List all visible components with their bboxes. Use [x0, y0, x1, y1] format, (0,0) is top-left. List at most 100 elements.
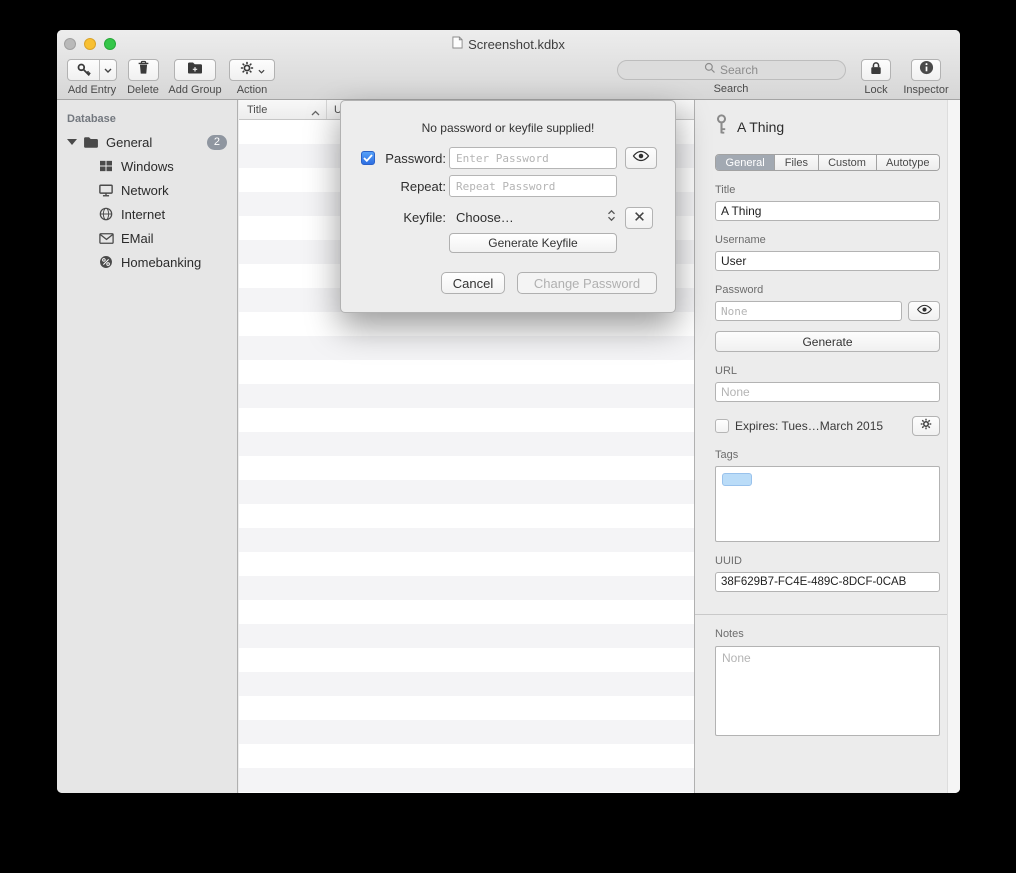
sidebar: Database General 2 Windows Network Inter… — [57, 100, 238, 793]
sidebar-item-label: General — [106, 135, 152, 150]
toolbar-inspector: Inspector — [898, 59, 954, 96]
tab-general[interactable]: General — [716, 155, 775, 170]
username-field-label: Username — [715, 234, 940, 246]
tab-custom[interactable]: Custom — [819, 155, 877, 170]
windows-icon — [97, 160, 115, 172]
password-field[interactable] — [715, 301, 902, 321]
toolbar-search: Search Search — [615, 59, 847, 95]
clear-keyfile-button[interactable] — [625, 207, 653, 229]
url-field[interactable] — [715, 382, 940, 402]
entry-title: A Thing — [737, 119, 784, 135]
title-field-label: Title — [715, 184, 940, 196]
dialog-repeat-input[interactable] — [449, 175, 617, 197]
percent-coin-icon — [97, 255, 115, 269]
delete-label: Delete — [125, 84, 161, 96]
column-header-title[interactable]: Title — [247, 104, 267, 116]
lock-label: Lock — [859, 84, 893, 96]
expires-settings-button[interactable] — [912, 416, 940, 436]
notes-label: Notes — [715, 628, 940, 640]
inspector-scrollbar[interactable] — [947, 100, 960, 793]
sort-ascending-icon — [311, 107, 320, 119]
password-row — [715, 301, 940, 321]
gear-icon — [920, 417, 932, 435]
tab-autotype[interactable]: Autotype — [877, 155, 940, 170]
entry-count-badge: 2 — [207, 135, 227, 150]
tags-box[interactable] — [715, 466, 940, 542]
add-group-label: Add Group — [165, 84, 225, 96]
search-icon — [704, 61, 716, 79]
tab-files[interactable]: Files — [775, 155, 818, 170]
sidebar-item-label: EMail — [121, 231, 154, 246]
delete-button[interactable] — [128, 59, 159, 81]
username-field[interactable] — [715, 251, 940, 271]
tag-pill[interactable] — [722, 473, 752, 486]
url-field-label: URL — [715, 365, 940, 377]
expires-row: Expires: Tues…March 2015 — [715, 416, 940, 436]
lock-icon — [870, 61, 882, 80]
generate-password-button[interactable]: Generate — [715, 331, 940, 352]
sidebar-item-label: Windows — [121, 159, 174, 174]
stepper-icon[interactable] — [607, 209, 616, 227]
show-password-button[interactable] — [908, 301, 940, 321]
sidebar-item-internet[interactable]: Internet — [57, 202, 237, 226]
eye-icon — [632, 149, 650, 167]
action-button[interactable] — [229, 59, 275, 81]
monitor-icon — [97, 184, 115, 197]
inspector-button[interactable] — [911, 59, 941, 81]
gear-icon — [240, 61, 254, 80]
globe-icon — [97, 207, 115, 221]
dialog-repeat-label: Repeat: — [341, 179, 446, 194]
keyfile-popup-button[interactable]: Choose… — [456, 210, 514, 225]
toolbar-add-entry: Add Entry — [64, 59, 120, 96]
close-icon — [634, 209, 645, 227]
dialog-show-password-button[interactable] — [625, 147, 657, 169]
sidebar-item-network[interactable]: Network — [57, 178, 237, 202]
info-circle-icon — [919, 60, 934, 80]
uuid-field[interactable] — [715, 572, 940, 592]
sidebar-item-email[interactable]: EMail — [57, 226, 237, 250]
folder-plus-icon — [187, 61, 203, 80]
sidebar-item-general[interactable]: General 2 — [57, 130, 237, 154]
add-group-button[interactable] — [174, 59, 216, 81]
uuid-label: UUID — [715, 555, 940, 567]
search-placeholder: Search — [720, 63, 758, 77]
add-entry-dropdown-button[interactable] — [99, 60, 116, 80]
dialog-password-label: Password: — [341, 151, 446, 166]
toolbar-delete: Delete — [125, 59, 161, 96]
change-password-button[interactable]: Change Password — [517, 272, 657, 294]
password-field-label: Password — [715, 284, 940, 296]
add-entry-button[interactable] — [67, 59, 117, 81]
column-divider[interactable] — [326, 100, 327, 119]
cancel-button[interactable]: Cancel — [441, 272, 505, 294]
chevron-down-icon — [258, 61, 265, 79]
search-input[interactable]: Search — [617, 60, 846, 80]
search-label: Search — [615, 83, 847, 95]
window-title-area: Screenshot.kdbx — [57, 36, 960, 52]
inspector-divider — [695, 614, 960, 615]
title-field[interactable] — [715, 201, 940, 221]
document-proxy-icon — [452, 36, 463, 52]
generate-keyfile-button[interactable]: Generate Keyfile — [449, 233, 617, 253]
key-plus-icon — [68, 60, 99, 80]
envelope-icon — [97, 233, 115, 244]
sidebar-item-homebanking[interactable]: Homebanking — [57, 250, 237, 274]
change-password-dialog: No password or keyfile supplied! Passwor… — [340, 100, 676, 313]
window-chrome: Screenshot.kdbx Add Entry Delete Add Gro… — [57, 30, 960, 100]
window-title: Screenshot.kdbx — [468, 37, 565, 52]
sidebar-item-label: Homebanking — [121, 255, 201, 270]
sidebar-item-windows[interactable]: Windows — [57, 154, 237, 178]
toolbar-action: Action — [229, 59, 275, 96]
dialog-keyfile-label: Keyfile: — [341, 210, 446, 225]
sidebar-item-label: Network — [121, 183, 169, 198]
inspector-label: Inspector — [898, 84, 954, 96]
sidebar-section-header: Database — [67, 113, 237, 125]
expires-checkbox[interactable] — [715, 419, 729, 433]
notes-field[interactable] — [715, 646, 940, 736]
eye-icon — [916, 302, 933, 320]
lock-button[interactable] — [861, 59, 891, 81]
tags-label: Tags — [715, 449, 940, 461]
dialog-password-input[interactable] — [449, 147, 617, 169]
folder-icon — [82, 136, 100, 149]
key-icon — [715, 114, 728, 140]
disclosure-triangle-icon[interactable] — [67, 139, 77, 145]
